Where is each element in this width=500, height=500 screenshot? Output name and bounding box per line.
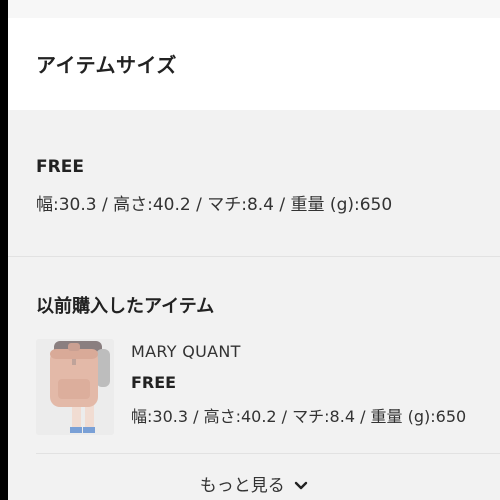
top-strip	[8, 0, 500, 18]
item-divider	[36, 453, 500, 454]
size-section: FREE 幅:30.3 / 高さ:40.2 / マチ:8.4 / 重量 (g):…	[8, 110, 500, 256]
chevron-down-icon	[294, 476, 308, 496]
show-more-button[interactable]: もっと見る	[8, 471, 500, 496]
show-more-label: もっと見る	[199, 476, 285, 496]
previous-items-section: 以前購入したアイテム MARY QUANT FREE 幅:30.3 / 高さ:4…	[8, 257, 500, 500]
item-size-page: アイテムサイズ FREE 幅:30.3 / 高さ:40.2 / マチ:8.4 /…	[0, 0, 500, 500]
previous-items-title: 以前購入したアイテム	[36, 296, 215, 317]
list-item[interactable]: MARY QUANT FREE 幅:30.3 / 高さ:40.2 / マチ:8.…	[36, 339, 500, 439]
item-brand: MARY QUANT	[131, 342, 241, 361]
item-detail: 幅:30.3 / 高さ:40.2 / マチ:8.4 / 重量 (g):650	[131, 407, 467, 426]
size-detail: 幅:30.3 / 高さ:40.2 / マチ:8.4 / 重量 (g):650	[36, 195, 393, 215]
page-title: アイテムサイズ	[36, 53, 177, 77]
section-header: アイテムサイズ	[8, 18, 500, 110]
product-thumbnail	[36, 339, 114, 435]
size-label: FREE	[36, 157, 84, 177]
left-edge-bar	[0, 0, 8, 500]
item-size: FREE	[131, 373, 177, 392]
